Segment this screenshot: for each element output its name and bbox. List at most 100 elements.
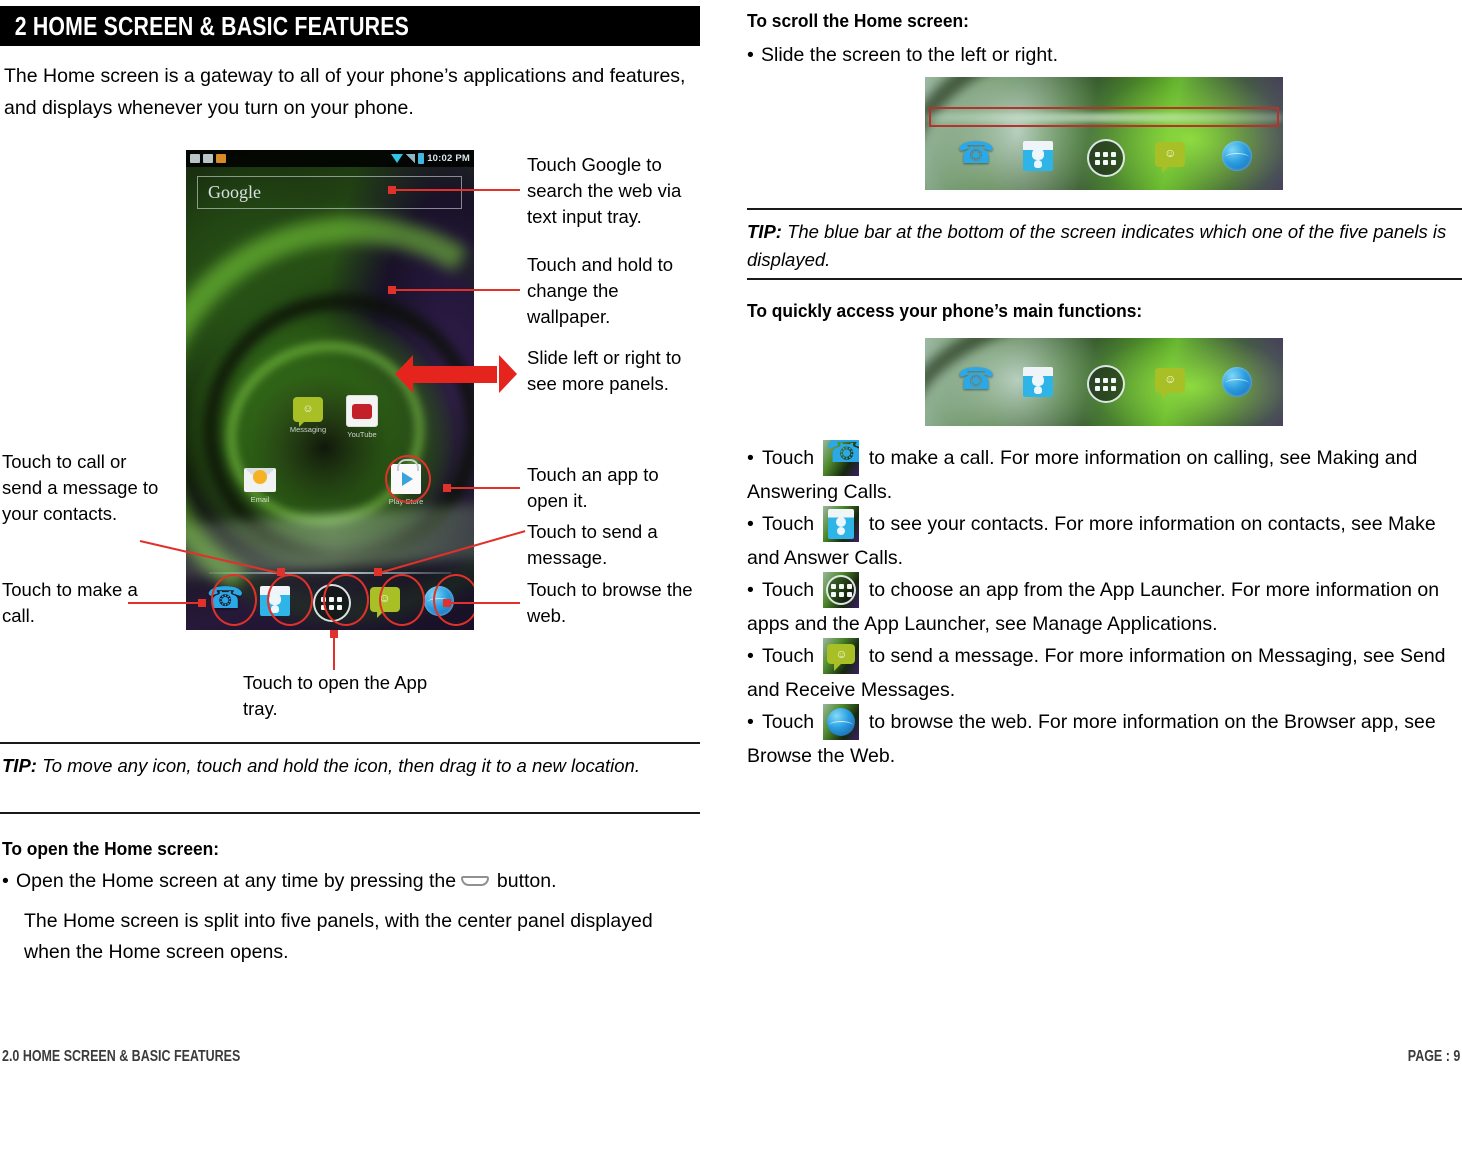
right-column: To scroll the Home screen: • Slide the sc… xyxy=(745,0,1462,1080)
bullet-open-home-screen: • Open the Home screen at any time by pre… xyxy=(2,866,702,897)
download-icon xyxy=(216,154,226,163)
bullet-marker: • xyxy=(747,513,754,535)
status-bar-system: 10:02 PM xyxy=(391,153,470,164)
contacts-icon xyxy=(1022,367,1053,397)
leader-line-google xyxy=(392,189,520,191)
callout-send-message: Touch to send a message. xyxy=(527,521,658,568)
dock-item-phone[interactable] xyxy=(951,136,994,176)
callout-google: Touch Google to search the web via text … xyxy=(527,154,682,227)
contacts-icon xyxy=(1022,141,1053,171)
leader-line-browse-web xyxy=(447,602,520,604)
strip-dock: ☺ xyxy=(925,131,1283,181)
intro-paragraph: The Home screen is a gateway to all of y… xyxy=(4,65,686,119)
home-app-label: Email xyxy=(250,495,270,504)
dock-item-browser[interactable] xyxy=(419,581,459,621)
tip-move-icon: TIP: To move any icon, touch and hold th… xyxy=(2,752,692,780)
dock-item-browser[interactable] xyxy=(1217,136,1257,176)
strip-dock: ☺ xyxy=(925,354,1283,410)
tip-divider-bottom xyxy=(747,278,1462,280)
bullet-browse-web: • Touch to browse the web. For more infor… xyxy=(747,704,1459,773)
message-icon: ☺ xyxy=(1155,142,1186,173)
wifi-icon xyxy=(391,154,404,163)
leader-line-wallpaper xyxy=(392,289,520,291)
dock-item-messaging[interactable]: ☺ xyxy=(365,581,405,621)
dock-strip-with-panel-indicator: ☺ xyxy=(925,77,1283,190)
bullet-text: Slide the screen to the left or right. xyxy=(761,44,1058,66)
status-bar: 10:02 PM xyxy=(186,150,474,167)
callout-wallpaper: Touch and hold to change the wallpaper. xyxy=(527,254,674,327)
dock-item-phone[interactable] xyxy=(951,362,994,402)
bullet-text-before: Touch xyxy=(762,645,820,667)
tip-divider-top xyxy=(0,742,700,744)
bullet-scroll-home-screen: • Slide the screen to the left or right. xyxy=(747,40,1447,71)
home-app-label: YouTube xyxy=(347,430,377,439)
home-app-messaging[interactable]: ☺ Messaging xyxy=(284,394,332,434)
signal-icon xyxy=(406,154,416,163)
launcher-icon xyxy=(1086,139,1125,177)
tip-divider-top xyxy=(747,208,1462,210)
status-bar-notifications xyxy=(190,154,226,163)
footer-section-label: 2.0 HOME SCREEN & BASIC FEATURES xyxy=(2,1048,241,1065)
launcher-icon xyxy=(1086,365,1125,403)
tip-divider-bottom xyxy=(0,812,700,814)
tip-label: TIP: xyxy=(747,221,782,242)
battery-icon xyxy=(418,153,425,164)
status-bar-clock: 10:02 PM xyxy=(427,153,470,164)
heading-scroll-home-screen: To scroll the Home screen: xyxy=(747,10,969,31)
bullet-send-message: • Touch ☺ to send a message. For more inf… xyxy=(747,638,1459,707)
bullet-app-launcher: • Touch to choose an app from the App Lau… xyxy=(747,572,1459,641)
leader-line-app-open xyxy=(447,487,520,489)
home-app-youtube[interactable]: YouTube xyxy=(338,393,386,439)
browser-icon xyxy=(1221,367,1252,397)
bullet-text-before: Open the Home screen at any time by pres… xyxy=(16,870,462,892)
bullet-text-before: Touch xyxy=(762,579,820,601)
phone-icon xyxy=(207,581,244,616)
dock-item-app-tray[interactable] xyxy=(310,581,351,622)
browser-icon xyxy=(1221,141,1252,171)
phone-icon xyxy=(957,136,994,171)
play-store-icon xyxy=(391,459,421,494)
arrow-head-right xyxy=(499,355,517,393)
dock-item-browser[interactable] xyxy=(1217,362,1257,402)
dock-item-app-tray[interactable] xyxy=(1084,362,1125,403)
dock-item-messaging[interactable]: ☺ xyxy=(1150,362,1190,402)
dock-item-contacts[interactable] xyxy=(255,581,295,621)
callout-make-call: Touch to make a call. xyxy=(2,579,138,626)
bullet-see-contacts: • Touch to see your contacts. For more in… xyxy=(747,506,1459,575)
dock-strip-functions: ☺ xyxy=(925,338,1283,426)
messaging-icon: ☺ xyxy=(293,397,323,427)
home-app-play-store[interactable]: Play Store xyxy=(382,459,430,506)
message-icon: ☺ xyxy=(369,587,400,618)
bullet-text-before: Touch xyxy=(762,447,820,469)
bullet-marker: • xyxy=(2,870,9,892)
bullet-marker: • xyxy=(747,579,754,601)
home-app-email[interactable]: Email xyxy=(236,463,284,504)
tip-blue-bar: TIP: The blue bar at the bottom of the s… xyxy=(747,218,1459,274)
callout-app-tray: Touch to open the App tray. xyxy=(243,672,428,719)
callout-app-open: Touch an app to open it. xyxy=(527,464,659,511)
dock-item-app-tray[interactable] xyxy=(1084,136,1125,177)
dock: ☺ xyxy=(186,576,474,626)
dock-item-phone[interactable] xyxy=(201,581,244,621)
dock-item-contacts[interactable] xyxy=(1018,136,1058,176)
phone-icon xyxy=(957,362,994,397)
bullet-marker: • xyxy=(747,44,754,66)
sd-card-icon xyxy=(203,154,213,163)
message-icon: ☺ xyxy=(1155,368,1186,399)
home-button-icon xyxy=(461,875,491,889)
callout-browse-web: Touch to browse the web. xyxy=(527,579,693,626)
bullet-text-before: Touch xyxy=(762,513,820,535)
dock-item-messaging[interactable]: ☺ xyxy=(1150,136,1190,176)
panel-indicator-bar xyxy=(209,572,451,574)
slide-direction-arrow xyxy=(395,355,517,393)
dock-item-contacts[interactable] xyxy=(1018,362,1058,402)
tip-text: The blue bar at the bottom of the screen… xyxy=(747,221,1447,270)
heading-quick-access: To quickly access your phone’s main func… xyxy=(747,300,1143,321)
bullet-marker: • xyxy=(747,711,754,733)
sms-icon xyxy=(190,154,200,163)
heading-open-home-screen: To open the Home screen: xyxy=(2,838,220,859)
contacts-icon xyxy=(260,586,291,616)
home-app-label: Messaging xyxy=(289,425,327,434)
google-search-widget[interactable]: Google xyxy=(197,176,462,209)
left-column: 2 HOME SCREEN & BASIC FEATURES The Home … xyxy=(0,0,731,1080)
